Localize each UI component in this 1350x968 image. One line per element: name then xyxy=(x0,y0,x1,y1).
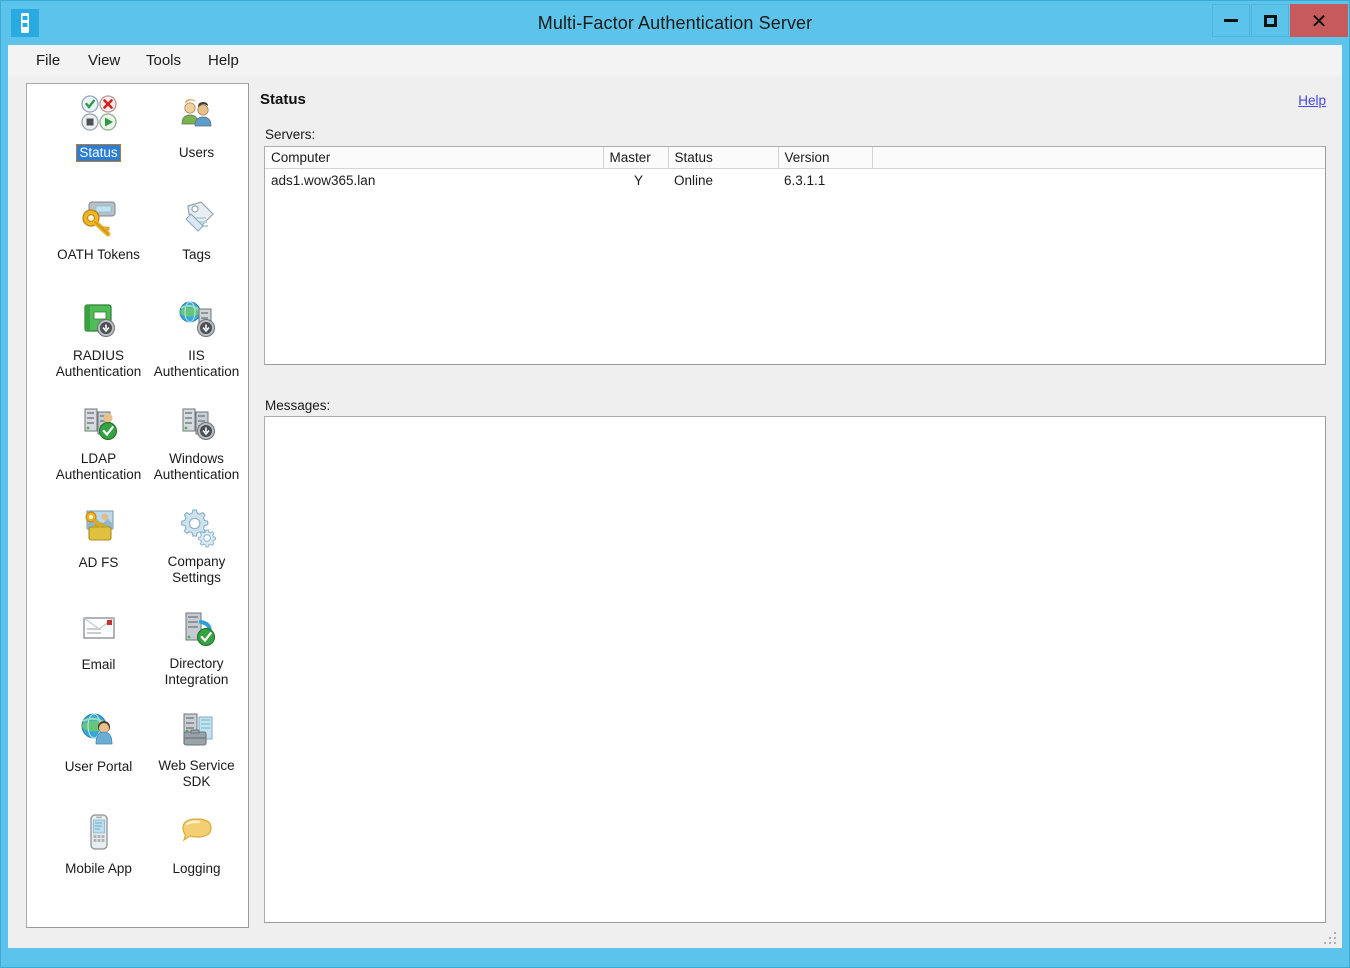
sidebar-item-label: User Portal xyxy=(64,759,133,774)
windows-authentication-icon xyxy=(147,399,246,447)
sidebar-item-label: RADIUS Authentication xyxy=(55,348,142,379)
menu-help[interactable]: Help xyxy=(198,45,249,76)
grip-dot xyxy=(1334,937,1336,939)
window-title: Multi-Factor Authentication Server xyxy=(537,13,813,33)
sidebar-item-label: Email xyxy=(81,657,116,672)
status-bar xyxy=(8,928,1342,948)
main-content: Status Help Servers: Computer Master Statu… xyxy=(258,83,1328,963)
grip-dot xyxy=(1334,932,1336,934)
sidebar-item-label: Logging xyxy=(172,861,221,876)
sidebar-item-mobile-app[interactable]: Mobile App xyxy=(49,808,148,878)
cell-computer: ads1.wow365.lan xyxy=(271,172,376,188)
menu-bar: File View Tools Help xyxy=(8,45,1342,76)
messages-label: Messages: xyxy=(265,398,331,413)
ldap-authentication-icon xyxy=(49,399,148,447)
sidebar-item-status[interactable]: Status xyxy=(49,92,148,162)
cell-extra xyxy=(872,168,1325,192)
client-area: File View Tools Help Status Users OATH Tok… xyxy=(8,45,1342,948)
radius-authentication-icon xyxy=(49,296,148,344)
cell-status: Online xyxy=(674,172,714,188)
grip-dot xyxy=(1329,937,1331,939)
sidebar-item-label: Web Service SDK xyxy=(158,758,235,789)
sidebar-item-windows-authentication[interactable]: Windows Authentication xyxy=(147,399,246,484)
table-row[interactable]: ads1.wow365.lan Y Online 6.3.1.1 xyxy=(265,168,1325,192)
minimize-icon xyxy=(1224,19,1238,22)
user-portal-icon xyxy=(49,706,148,754)
sidebar-item-label: Windows Authentication xyxy=(153,451,240,482)
navigation-sidebar: Status Users OATH Tokens Tags RADIUS Authenti… xyxy=(26,83,249,928)
sidebar-item-directory-integration[interactable]: Directory Integration xyxy=(147,604,246,689)
grip-dot xyxy=(1329,942,1331,944)
column-header-blank[interactable] xyxy=(872,147,1325,169)
grip-dot xyxy=(1324,942,1326,944)
sidebar-item-label: Users xyxy=(178,145,215,160)
sidebar-item-label: LDAP Authentication xyxy=(55,451,142,482)
menu-view[interactable]: View xyxy=(78,45,130,76)
column-header-version[interactable]: Version xyxy=(778,147,873,169)
sidebar-item-ldap-authentication[interactable]: LDAP Authentication xyxy=(49,399,148,484)
maximize-button[interactable] xyxy=(1251,4,1289,37)
resize-grip[interactable] xyxy=(1324,932,1338,946)
sidebar-item-company-settings[interactable]: Company Settings xyxy=(147,502,246,587)
users-icon xyxy=(147,92,246,140)
column-header-master[interactable]: Master xyxy=(603,147,669,169)
sidebar-item-label: Tags xyxy=(182,247,211,262)
sidebar-item-email[interactable]: Email xyxy=(49,604,148,674)
sidebar-item-radius-authentication[interactable]: RADIUS Authentication xyxy=(49,296,148,381)
oath-token-icon xyxy=(49,194,148,242)
servers-label: Servers: xyxy=(265,127,316,142)
cell-master: Y xyxy=(633,172,643,188)
sidebar-item-label: AD FS xyxy=(78,555,119,570)
help-link[interactable]: Help xyxy=(1298,93,1326,108)
sidebar-item-ad-fs[interactable]: AD FS xyxy=(49,502,148,572)
sidebar-item-label: OATH Tokens xyxy=(57,247,140,262)
title-bar: Multi-Factor Authentication Server ✕ xyxy=(1,1,1349,45)
sidebar-item-label: Company Settings xyxy=(167,554,226,585)
table-header-row: Computer Master Status Version xyxy=(265,147,1325,169)
grip-dot xyxy=(1334,942,1336,944)
column-header-status[interactable]: Status xyxy=(668,147,779,169)
email-icon xyxy=(49,604,148,652)
sidebar-item-iis-authentication[interactable]: IIS Authentication xyxy=(147,296,246,381)
sidebar-item-logging[interactable]: Logging xyxy=(147,808,246,878)
minimize-button[interactable] xyxy=(1212,4,1250,37)
company-settings-icon xyxy=(147,502,246,550)
sidebar-item-web-service-sdk[interactable]: Web Service SDK xyxy=(147,706,246,791)
application-window: Multi-Factor Authentication Server ✕ Fil… xyxy=(0,0,1350,968)
close-button[interactable]: ✕ xyxy=(1290,4,1348,37)
logging-icon xyxy=(147,808,246,856)
servers-table: Computer Master Status Version ads1.wow365.… xyxy=(265,147,1325,192)
status-icon xyxy=(49,92,148,140)
adfs-icon xyxy=(49,502,148,550)
directory-integration-icon xyxy=(147,604,246,652)
table-body: ads1.wow365.lan Y Online 6.3.1.1 xyxy=(265,168,1325,192)
web-service-sdk-icon xyxy=(147,706,246,754)
sidebar-item-users[interactable]: Users xyxy=(147,92,246,162)
close-icon: ✕ xyxy=(1310,8,1328,33)
messages-list-panel[interactable] xyxy=(264,416,1326,923)
sidebar-item-label: Mobile App xyxy=(65,861,132,876)
sidebar-item-tags[interactable]: Tags xyxy=(147,194,246,264)
servers-list-panel[interactable]: Computer Master Status Version ads1.wow365.… xyxy=(264,146,1326,365)
tags-icon xyxy=(147,194,246,242)
iis-authentication-icon xyxy=(147,296,246,344)
mobile-app-icon xyxy=(49,808,148,856)
sidebar-item-label: Status xyxy=(76,144,121,162)
sidebar-item-label: IIS Authentication xyxy=(153,348,240,379)
sidebar-item-label: Directory Integration xyxy=(164,656,229,687)
column-header-computer[interactable]: Computer xyxy=(265,147,604,169)
maximize-icon xyxy=(1263,14,1277,27)
cell-version: 6.3.1.1 xyxy=(784,172,826,188)
sidebar-item-oath-tokens[interactable]: OATH Tokens xyxy=(49,194,148,264)
menu-tools[interactable]: Tools xyxy=(136,45,191,76)
page-title: Status xyxy=(260,91,306,108)
sidebar-item-user-portal[interactable]: User Portal xyxy=(49,706,148,776)
menu-file[interactable]: File xyxy=(26,45,70,76)
